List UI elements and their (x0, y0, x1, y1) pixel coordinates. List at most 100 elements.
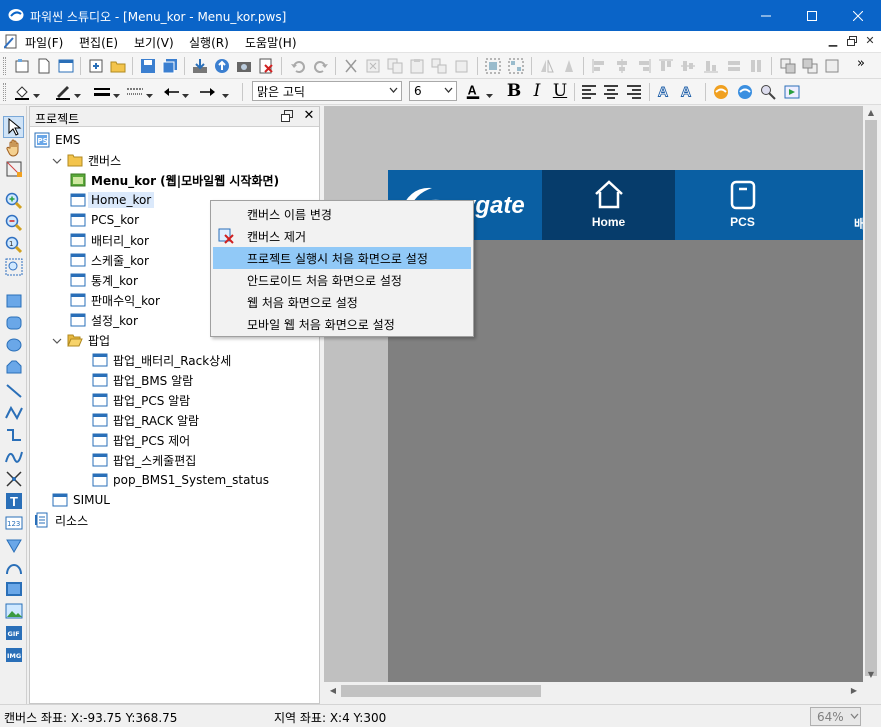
scroll-down-icon[interactable]: ▼ (864, 668, 878, 682)
curve-tool-icon[interactable] (5, 448, 23, 466)
align-middle-icon[interactable] (680, 58, 696, 74)
menu-view[interactable]: 보기(V) (133, 34, 175, 51)
scroll-up-icon[interactable]: ▲ (864, 106, 878, 120)
duplicate-icon[interactable] (431, 58, 447, 74)
camera-icon[interactable] (236, 58, 252, 74)
arrow-end-dropdown-icon[interactable] (222, 88, 229, 98)
horizontal-scrollbar[interactable]: ◀ ▶ (324, 683, 865, 699)
redo-icon[interactable] (313, 58, 329, 74)
copy-icon[interactable] (387, 58, 403, 74)
tree-item[interactable]: 리소스 (30, 510, 319, 530)
nav-home-label[interactable]: Home (542, 215, 675, 229)
font-name-select[interactable]: 맑은 고딕 (252, 81, 402, 101)
arrow-start-icon[interactable] (163, 84, 179, 100)
tree-item[interactable]: SIMUL (30, 490, 319, 510)
group-icon[interactable] (485, 58, 501, 74)
step-line-tool-icon[interactable] (5, 426, 23, 444)
panel-tool-icon[interactable] (5, 580, 23, 598)
open-folder-icon[interactable] (110, 58, 126, 74)
numeric-display-icon[interactable]: 123 (5, 514, 23, 532)
horizontal-scroll-thumb[interactable] (341, 685, 541, 697)
panel-float-icon[interactable] (281, 110, 294, 123)
align-top-icon[interactable] (658, 58, 674, 74)
menu-set-start-mobile-web[interactable]: 모바일 웹 처음 화면으로 설정 (213, 313, 471, 335)
flip-vertical-icon[interactable] (561, 58, 577, 74)
vertical-scrollbar[interactable]: ▲ ▼ (863, 106, 879, 682)
align-bottom-icon[interactable] (703, 58, 719, 74)
flip-horizontal-icon[interactable] (539, 58, 555, 74)
preview-icon[interactable] (784, 84, 800, 100)
tree-item[interactable]: 팝업_PCS 알람 (30, 390, 319, 410)
node-edit-icon[interactable] (5, 160, 23, 178)
connector-tool-icon[interactable] (5, 470, 23, 488)
menu-remove-canvas[interactable]: 캔버스 제거 (213, 225, 471, 247)
align-left-icon[interactable] (591, 58, 607, 74)
same-width-icon[interactable] (726, 58, 742, 74)
cut-icon[interactable] (343, 58, 359, 74)
text-align-right-icon[interactable] (626, 84, 642, 100)
mdi-restore-icon[interactable] (845, 34, 859, 48)
close-button[interactable] (835, 0, 881, 31)
arrow-start-dropdown-icon[interactable] (182, 88, 189, 98)
same-height-icon[interactable] (748, 58, 764, 74)
menu-set-start-android[interactable]: 안드로이드 처음 화면으로 설정 (213, 269, 471, 291)
line-style-dropdown-icon[interactable] (146, 88, 153, 98)
home-icon[interactable] (593, 180, 625, 210)
zoom-area-icon[interactable] (5, 258, 23, 276)
delete-icon[interactable] (365, 58, 381, 74)
menu-run[interactable]: 실행(R) (188, 34, 230, 51)
ungroup-icon[interactable] (508, 58, 524, 74)
font-size-select[interactable]: 6 (409, 81, 457, 101)
arrow-end-icon[interactable] (200, 84, 216, 100)
tree-item[interactable]: 팝업_배터리_Rack상세 (30, 350, 319, 370)
zoom-fit-icon[interactable]: 1 (5, 236, 23, 254)
shape-diamond-icon[interactable] (5, 536, 23, 554)
font-color-icon[interactable]: A (465, 83, 483, 101)
new-file-icon[interactable] (36, 58, 52, 74)
order-icon[interactable] (824, 58, 840, 74)
toolbar-overflow-icon[interactable]: » (857, 56, 865, 71)
font-color-dropdown-icon[interactable] (486, 88, 493, 98)
scroll-left-icon[interactable]: ◀ (326, 684, 340, 698)
polygon-tool-icon[interactable] (5, 358, 23, 376)
bring-front-icon[interactable] (780, 58, 796, 74)
vertical-scroll-thumb[interactable] (865, 120, 877, 676)
toolbar-grip[interactable] (3, 57, 6, 75)
img-tool-icon[interactable]: IMG (5, 646, 23, 664)
pcs-icon[interactable] (728, 180, 758, 210)
menu-rename-canvas[interactable]: 캔버스 이름 변경 (213, 203, 471, 225)
new-project-icon[interactable] (14, 58, 30, 74)
arc-tool-icon[interactable] (5, 558, 23, 576)
gif-tool-icon[interactable]: GIF (5, 624, 23, 642)
find-icon[interactable] (760, 84, 776, 100)
tree-item[interactable]: 팝업_BMS 알람 (30, 370, 319, 390)
line-color-icon[interactable] (55, 84, 71, 100)
panel-close-icon[interactable]: ✕ (302, 109, 316, 123)
tree-item[interactable]: 팝업_PCS 제어 (30, 430, 319, 450)
toolbar-grip[interactable] (3, 83, 6, 101)
run-icon[interactable] (713, 84, 729, 100)
tree-item[interactable]: 캔버스 (30, 150, 319, 170)
maximize-button[interactable] (789, 0, 835, 31)
menu-edit[interactable]: 편집(E) (78, 34, 119, 51)
import-icon[interactable] (88, 58, 104, 74)
upload-icon[interactable] (214, 58, 230, 74)
save-all-icon[interactable] (162, 58, 178, 74)
hand-pan-icon[interactable] (5, 139, 23, 157)
chevron-down-icon[interactable] (52, 155, 62, 165)
window-icon[interactable] (58, 58, 74, 74)
canvas-editor[interactable]: enygate Home PCS 배 (324, 106, 865, 682)
tree-item[interactable]: 팝업_스케줄편집 (30, 450, 319, 470)
run-web-icon[interactable] (737, 84, 753, 100)
font-shrink-icon[interactable]: A (680, 83, 698, 101)
line-width-dropdown-icon[interactable] (113, 88, 120, 98)
chevron-down-icon[interactable] (52, 335, 62, 345)
fill-color-icon[interactable] (14, 84, 30, 100)
scroll-right-icon[interactable]: ▶ (847, 684, 861, 698)
italic-button[interactable]: I (528, 81, 546, 101)
nav-pcs-label[interactable]: PCS (676, 215, 809, 229)
paste-icon[interactable] (409, 58, 425, 74)
line-width-icon[interactable] (94, 84, 110, 100)
minimize-button[interactable] (743, 0, 789, 31)
text-tool-icon[interactable]: T (5, 492, 23, 510)
